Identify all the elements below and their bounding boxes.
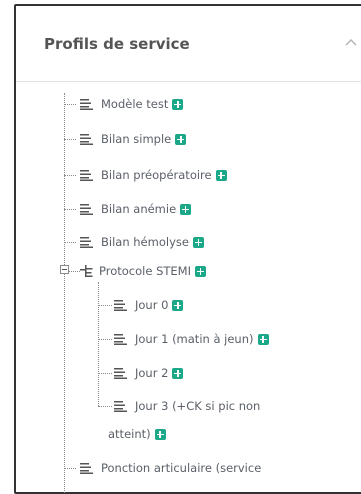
tree-child-item[interactable]: Jour 2 <box>114 363 184 383</box>
tree-item-label: Bilan anémie <box>101 202 177 216</box>
plus-square-icon[interactable] <box>257 333 269 345</box>
tree-connector <box>64 93 65 493</box>
plus-square-icon[interactable] <box>192 236 204 248</box>
tree-connector <box>64 209 76 210</box>
document-lines-icon <box>114 300 127 311</box>
document-lines-icon <box>80 134 93 145</box>
tree-child-item-continuation[interactable]: atteint) <box>108 424 166 444</box>
tree-item-label: Jour 2 <box>135 366 169 380</box>
document-lines-icon <box>114 401 127 412</box>
tree-item[interactable]: Ponction articulaire (service <box>80 458 261 478</box>
tree-item-label: Jour 0 <box>135 298 169 312</box>
tree-item-label: Jour 1 (matin à jeun) <box>135 332 254 346</box>
tree-connector <box>98 339 112 340</box>
tree-child-item[interactable]: Jour 3 (+CK si pic non <box>114 396 260 416</box>
tree-connector <box>64 242 76 243</box>
tree-child-item[interactable]: Jour 1 (matin à jeun) <box>114 329 269 349</box>
plus-square-icon[interactable] <box>180 203 192 215</box>
plus-square-icon[interactable] <box>172 98 184 110</box>
tree-item-label: Bilan simple <box>101 132 172 146</box>
document-lines-icon <box>80 99 93 110</box>
plus-square-icon[interactable] <box>175 133 187 145</box>
tree-item-label: Bilan hémolyse <box>101 235 189 249</box>
document-lines-icon <box>80 463 93 474</box>
tree-connector <box>98 406 112 407</box>
minus-box-icon[interactable] <box>60 265 69 274</box>
tree-connector <box>98 282 99 406</box>
document-lines-icon <box>80 170 93 181</box>
plus-square-icon[interactable] <box>154 428 166 440</box>
tree-connector <box>69 271 80 272</box>
profile-tree: Modèle test Bilan simple Bilan préopérat… <box>0 0 361 493</box>
plus-square-icon[interactable] <box>194 265 206 277</box>
document-lines-icon <box>80 237 93 248</box>
tree-child-item[interactable]: Jour 0 <box>114 295 184 315</box>
tree-item[interactable]: Bilan hémolyse <box>80 232 204 252</box>
tree-item[interactable]: Bilan anémie <box>80 199 192 219</box>
plus-square-icon[interactable] <box>172 299 184 311</box>
document-lines-icon <box>80 204 93 215</box>
tree-connector <box>64 468 76 469</box>
tree-item-label: Protocole STEMI <box>99 264 191 278</box>
tree-item-label: Modèle test <box>101 97 169 111</box>
tree-connector <box>64 104 76 105</box>
document-lines-icon <box>114 334 127 345</box>
tree-branch-icon <box>80 265 93 277</box>
tree-folder-item[interactable]: Protocole STEMI <box>80 261 206 281</box>
tree-item-label: atteint) <box>108 427 151 441</box>
tree-item[interactable]: Bilan simple <box>80 129 187 149</box>
tree-connector <box>98 373 112 374</box>
tree-item[interactable]: Modèle test <box>80 94 184 114</box>
plus-square-icon[interactable] <box>215 169 227 181</box>
tree-connector <box>64 175 76 176</box>
tree-item-label: Ponction articulaire (service <box>101 461 262 475</box>
document-lines-icon <box>114 368 127 379</box>
tree-item[interactable]: Bilan préopératoire <box>80 165 227 185</box>
tree-connector <box>64 139 76 140</box>
tree-connector <box>98 305 112 306</box>
tree-item-label: Bilan préopératoire <box>101 168 212 182</box>
tree-item-label: Jour 3 (+CK si pic non <box>135 399 261 413</box>
plus-square-icon[interactable] <box>172 367 184 379</box>
